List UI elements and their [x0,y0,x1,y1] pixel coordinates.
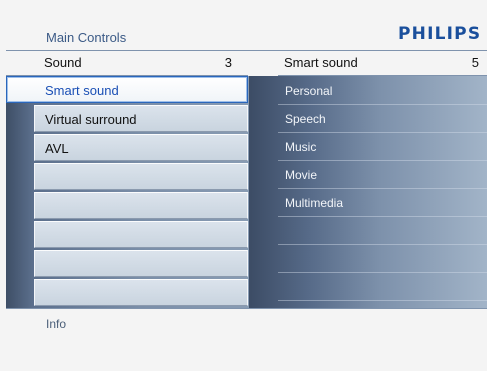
left-menu-count: 3 [224,55,232,70]
left-menu-list: Smart sound Virtual surround AVL [6,76,250,308]
menu-item-label: Virtual surround [45,112,137,127]
menu-item-empty [34,279,248,306]
submenu-item-label: Music [285,140,317,154]
submenu-item-personal[interactable]: Personal [278,77,487,105]
menu-item-empty [34,250,248,277]
menu-item-label: Smart sound [45,83,119,98]
brand-logo: PHILIPS [398,24,482,44]
page-title: Main Controls [46,30,127,45]
menu-item-label: AVL [45,141,69,156]
submenu-item-empty [278,273,487,301]
info-label: Info [46,317,67,331]
menu-item-empty [34,163,248,190]
submenu-item-movie[interactable]: Movie [278,161,487,189]
left-menu-header: Sound 3 [6,51,248,75]
submenu-item-multimedia[interactable]: Multimedia [278,189,487,217]
submenu-item-label: Movie [285,168,318,182]
menu-item-virtual-surround[interactable]: Virtual surround [34,105,248,132]
right-menu-list: Personal Speech Music Movie Multimedia [278,77,487,301]
submenu-item-label: Personal [285,84,333,98]
submenu-item-music[interactable]: Music [278,133,487,161]
submenu-item-empty [278,217,487,245]
right-menu-count: 5 [471,55,479,70]
submenu-item-label: Multimedia [285,196,344,210]
left-menu-title: Sound [44,55,82,70]
menu-item-empty [34,192,248,219]
right-menu-title: Smart sound [284,55,358,70]
right-menu-header: Smart sound 5 [278,51,487,75]
menu-item-smart-sound[interactable]: Smart sound [6,76,248,103]
menu-item-empty [34,221,248,248]
tv-menu-screen: Main Controls PHILIPS Sound 3 Smart soun… [0,0,487,371]
footer-divider [6,308,487,309]
submenu-item-label: Speech [285,112,326,126]
menu-item-avl[interactable]: AVL [34,134,248,161]
submenu-item-speech[interactable]: Speech [278,105,487,133]
submenu-item-empty [278,245,487,273]
